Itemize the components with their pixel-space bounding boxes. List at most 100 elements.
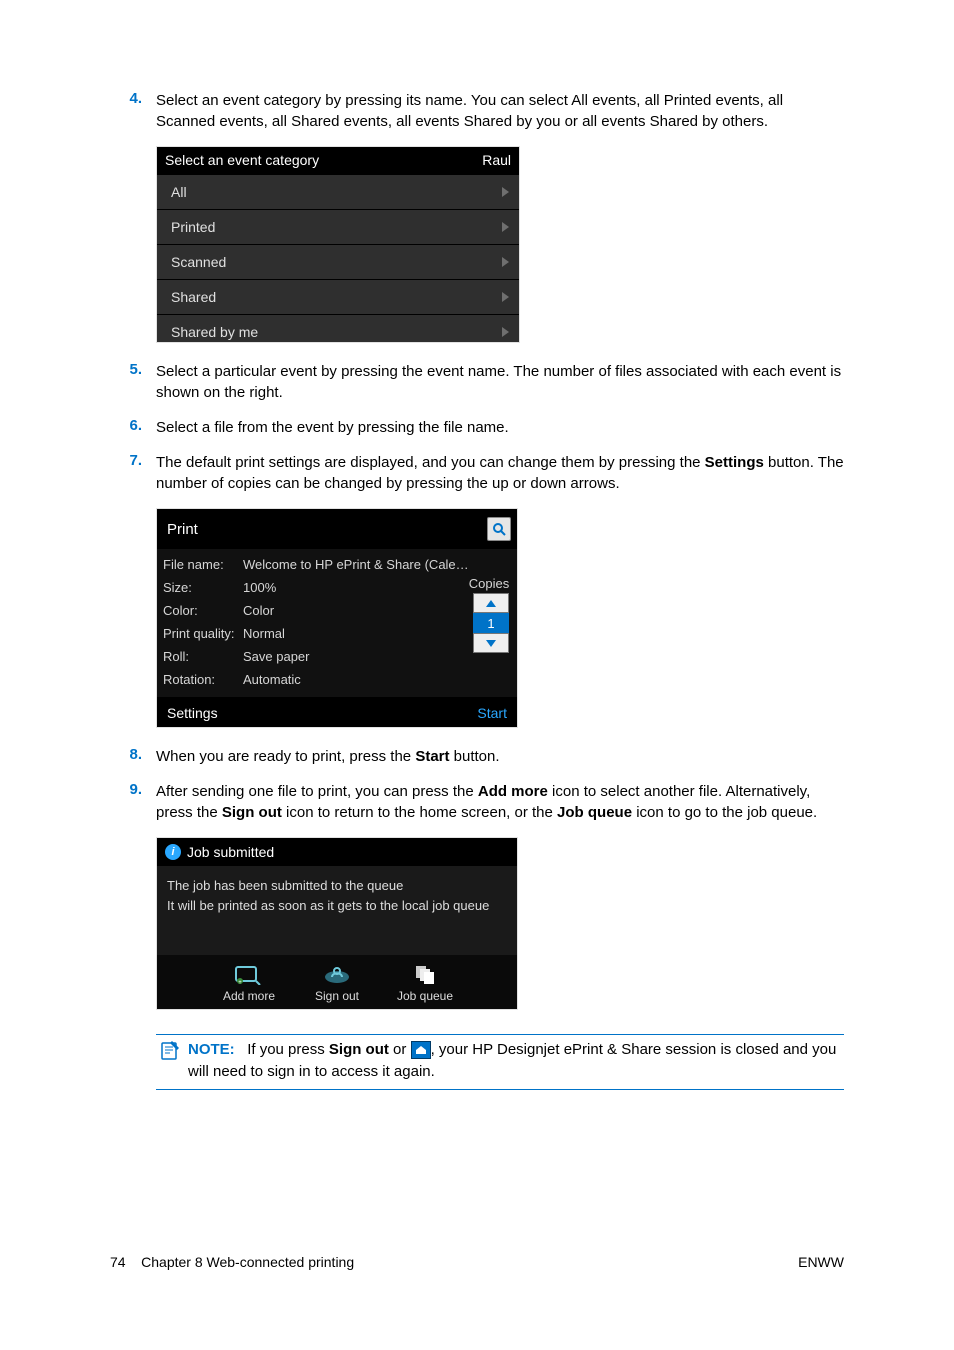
step-text: Select a particular event by pressing th… bbox=[156, 361, 844, 403]
footer-left: 74 Chapter 8 Web-connected printing bbox=[110, 1254, 354, 1270]
event-row-shared[interactable]: Shared bbox=[157, 279, 519, 314]
step-text: Select a file from the event by pressing… bbox=[156, 417, 844, 438]
settings-button[interactable]: Settings bbox=[167, 705, 218, 721]
chevron-right-icon bbox=[502, 187, 509, 197]
step-text: After sending one file to print, you can… bbox=[156, 781, 844, 823]
page-number: 74 bbox=[110, 1254, 126, 1270]
print-row-size: Size: 100% bbox=[163, 576, 465, 599]
copies-up-button[interactable] bbox=[473, 593, 509, 613]
event-category-user: Raul bbox=[482, 152, 511, 168]
event-row-label: All bbox=[171, 184, 187, 200]
chevron-right-icon bbox=[502, 222, 509, 232]
copies-down-button[interactable] bbox=[473, 633, 509, 653]
step-8: 8. When you are ready to print, press th… bbox=[110, 746, 844, 767]
job-body-line2: It will be printed as soon as it gets to… bbox=[167, 896, 507, 916]
print-title: Print bbox=[167, 521, 198, 538]
event-category-title: Select an event category bbox=[165, 152, 319, 168]
event-row-label: Shared by me bbox=[171, 324, 258, 340]
sign-out-icon bbox=[319, 961, 355, 987]
event-row-label: Scanned bbox=[171, 254, 226, 270]
job-title: Job submitted bbox=[187, 844, 274, 860]
step-number: 5. bbox=[110, 361, 156, 378]
label: File name: bbox=[163, 557, 243, 572]
job-body-line1: The job has been submitted to the queue bbox=[167, 876, 507, 896]
note-block: NOTE: If you press Sign out or , your HP… bbox=[156, 1034, 844, 1090]
job-header: i Job submitted bbox=[157, 838, 517, 866]
home-icon bbox=[411, 1041, 431, 1059]
step-number: 6. bbox=[110, 417, 156, 434]
label: Rotation: bbox=[163, 672, 243, 687]
add-more-button[interactable]: + Add more bbox=[217, 961, 281, 1003]
note-label: NOTE: bbox=[188, 1041, 235, 1058]
event-row-all[interactable]: All bbox=[157, 174, 519, 209]
event-row-printed[interactable]: Printed bbox=[157, 209, 519, 244]
job-queue-button[interactable]: Job queue bbox=[393, 961, 457, 1003]
bold-settings: Settings bbox=[705, 454, 764, 471]
print-row-rotation: Rotation: Automatic bbox=[163, 668, 465, 691]
magnify-icon bbox=[492, 522, 506, 536]
print-header: Print bbox=[157, 509, 517, 549]
step-number: 9. bbox=[110, 781, 156, 798]
bold-add-more: Add more bbox=[478, 783, 548, 800]
chevron-right-icon bbox=[502, 327, 509, 337]
chevron-right-icon bbox=[502, 257, 509, 267]
step-number: 4. bbox=[110, 90, 156, 107]
up-arrow-icon bbox=[486, 600, 496, 607]
text: The default print settings are displayed… bbox=[156, 454, 705, 471]
job-body: The job has been submitted to the queue … bbox=[157, 866, 517, 955]
label: Color: bbox=[163, 603, 243, 618]
bold-job-queue: Job queue bbox=[557, 804, 632, 821]
copies-value: 1 bbox=[473, 613, 509, 633]
step-9: 9. After sending one file to print, you … bbox=[110, 781, 844, 823]
text: icon to return to the home screen, or th… bbox=[282, 804, 557, 821]
label: Roll: bbox=[163, 649, 243, 664]
chevron-right-icon bbox=[502, 292, 509, 302]
screenshot-print-settings: Print File name: Welcome to HP ePrint & … bbox=[156, 508, 518, 728]
value: 100% bbox=[243, 580, 465, 595]
job-queue-label: Job queue bbox=[397, 989, 453, 1003]
note-icon bbox=[156, 1039, 180, 1067]
text: When you are ready to print, press the bbox=[156, 748, 415, 765]
chapter-title: Chapter 8 Web-connected printing bbox=[141, 1254, 354, 1270]
step-text: When you are ready to print, press the S… bbox=[156, 746, 844, 767]
add-more-label: Add more bbox=[223, 989, 275, 1003]
svg-text:+: + bbox=[238, 980, 242, 985]
step-number: 7. bbox=[110, 452, 156, 469]
copies-stepper: 1 bbox=[473, 593, 509, 653]
event-row-shared-by-me[interactable]: Shared by me bbox=[157, 314, 519, 342]
bold-sign-out: Sign out bbox=[222, 804, 282, 821]
print-row-quality: Print quality: Normal bbox=[163, 622, 465, 645]
text: If you press bbox=[247, 1041, 329, 1058]
text: After sending one file to print, you can… bbox=[156, 783, 478, 800]
page-footer: 74 Chapter 8 Web-connected printing ENWW bbox=[110, 1254, 844, 1270]
add-more-icon: + bbox=[231, 961, 267, 987]
label: Size: bbox=[163, 580, 243, 595]
job-footer: + Add more Sign out Job queue bbox=[157, 955, 517, 1009]
step-text: Select an event category by pressing its… bbox=[156, 90, 844, 132]
bold-sign-out: Sign out bbox=[329, 1041, 389, 1058]
sign-out-button[interactable]: Sign out bbox=[305, 961, 369, 1003]
print-row-file: File name: Welcome to HP ePrint & Share … bbox=[163, 553, 513, 576]
print-row-color: Color: Color bbox=[163, 599, 465, 622]
bold-start: Start bbox=[415, 748, 449, 765]
step-7: 7. The default print settings are displa… bbox=[110, 452, 844, 494]
value: Welcome to HP ePrint & Share (Cale… bbox=[243, 557, 513, 572]
start-button[interactable]: Start bbox=[477, 705, 507, 721]
note-text: NOTE: If you press Sign out or , your HP… bbox=[188, 1039, 844, 1083]
event-row-scanned[interactable]: Scanned bbox=[157, 244, 519, 279]
step-4: 4. Select an event category by pressing … bbox=[110, 90, 844, 132]
event-row-label: Shared bbox=[171, 289, 216, 305]
print-body: File name: Welcome to HP ePrint & Share … bbox=[157, 549, 517, 697]
value: Color bbox=[243, 603, 465, 618]
event-row-label: Printed bbox=[171, 219, 215, 235]
value: Save paper bbox=[243, 649, 465, 664]
magnify-button[interactable] bbox=[487, 517, 511, 541]
footer-lang: ENWW bbox=[798, 1254, 844, 1270]
info-icon: i bbox=[165, 844, 181, 860]
label: Print quality: bbox=[163, 626, 243, 641]
print-row-roll: Roll: Save paper bbox=[163, 645, 465, 668]
down-arrow-icon bbox=[486, 640, 496, 647]
text: or bbox=[389, 1041, 411, 1058]
page: 4. Select an event category by pressing … bbox=[0, 0, 954, 1310]
value: Automatic bbox=[243, 672, 465, 687]
